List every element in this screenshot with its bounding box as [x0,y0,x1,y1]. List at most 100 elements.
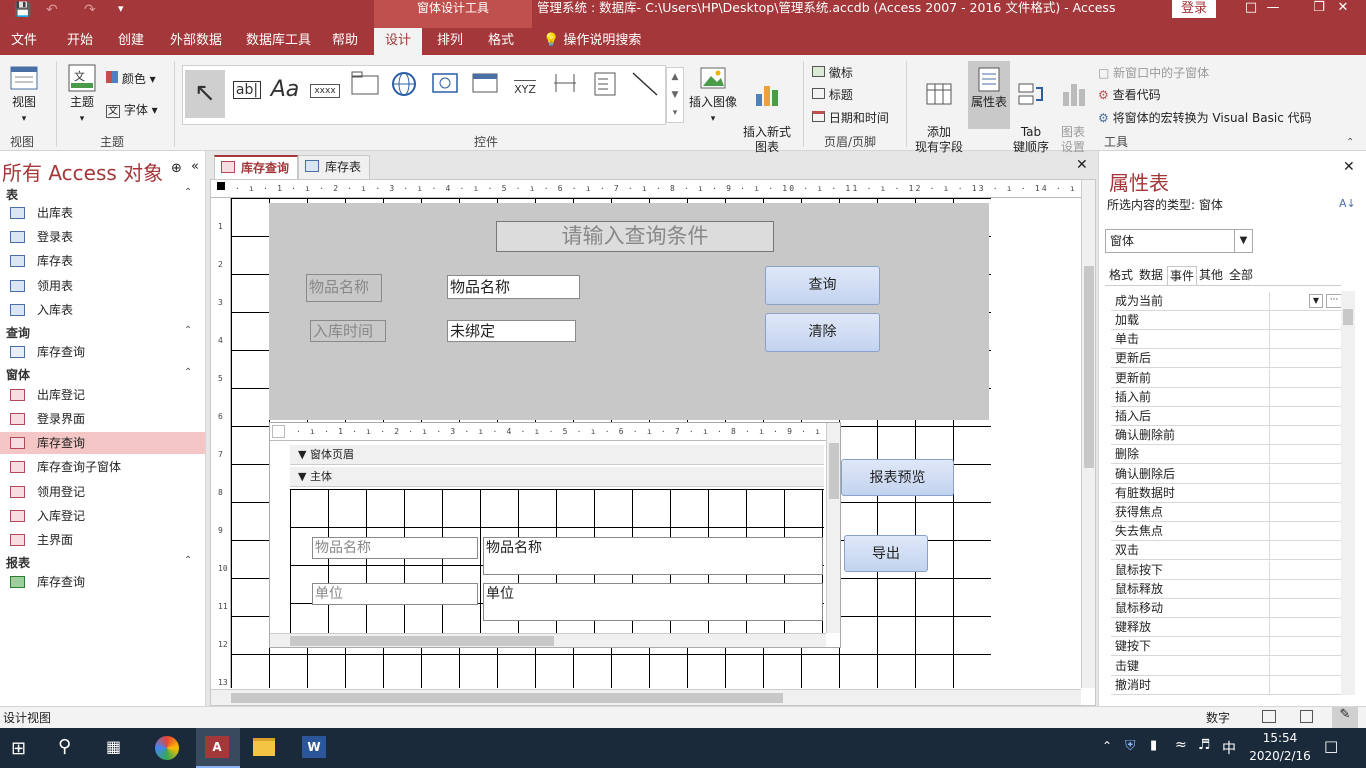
nav-item-form[interactable]: 库存查询子窗体 [0,456,205,478]
insert-image-button[interactable]: 插入图像 ▾ [688,65,738,127]
property-value[interactable] [1269,503,1343,521]
tab-format[interactable]: 格式 [477,28,525,55]
property-row[interactable]: 确认删除前 [1111,426,1343,445]
tab-create[interactable]: 创建 [107,28,155,55]
word-app-icon[interactable]: W [302,736,326,758]
layout-view-icon[interactable] [1300,710,1313,723]
scrollbar-thumb[interactable] [231,693,783,703]
web-browser-control-icon[interactable] [427,70,463,110]
nav-item-report[interactable]: 库存查询 [0,571,205,593]
insert-chart-button[interactable]: 插入新式 图表 [740,65,794,155]
line-control-icon[interactable] [627,70,663,110]
detail-bar[interactable]: ▼ 主体 [290,467,824,487]
property-row[interactable]: 获得焦点 [1111,503,1343,522]
clock-date[interactable]: 2020/2/16 [1245,749,1315,763]
property-row[interactable]: 更新前 [1111,369,1343,388]
combo-box-control-icon[interactable] [587,70,623,110]
date-label[interactable]: 入库时间 [310,320,386,342]
subform-unit-textbox[interactable]: 单位 [483,583,823,621]
property-row[interactable]: 键按下 [1111,637,1343,656]
subform-selector[interactable] [272,425,285,438]
tab-arrange[interactable]: 排列 [426,28,474,55]
prop-tab-data[interactable]: 数据 [1137,266,1165,285]
form-selector[interactable] [217,182,225,190]
name-textbox[interactable]: 物品名称 [447,275,580,299]
shutter-bar-close-icon[interactable]: « [191,159,199,174]
sort-icon[interactable]: A↓ [1339,197,1356,210]
property-value[interactable] [1269,407,1343,425]
close-document-icon[interactable]: ✕ [1076,157,1088,173]
logo-button[interactable]: 徽标 [812,65,853,81]
query-button[interactable]: 查询 [765,266,880,305]
nav-item-table[interactable]: 库存表 [0,250,205,272]
collapse-icon[interactable]: ⌃ [184,325,192,336]
view-button[interactable]: 视图 ▾ [6,63,42,127]
subform-vertical-scrollbar[interactable] [826,423,840,633]
property-value[interactable] [1269,541,1343,559]
gallery-scroll[interactable]: ▲ ▼ ▾ [666,67,684,123]
form-view-icon[interactable] [1262,710,1276,723]
report-preview-button[interactable]: 报表预览 [841,459,954,496]
property-value[interactable] [1269,561,1343,579]
property-row[interactable]: 击键 [1111,657,1343,676]
login-button[interactable]: 登录 [1172,0,1216,18]
windows-start-icon[interactable]: ⊞ [11,738,26,759]
property-row[interactable]: 成为当前 ▼ ··· [1111,292,1343,311]
navigation-control-icon[interactable] [467,70,503,110]
subform-name-label[interactable]: 物品名称 [312,537,478,559]
property-value[interactable] [1269,657,1343,675]
property-row[interactable]: 撤消时 [1111,676,1343,695]
property-value[interactable] [1269,637,1343,655]
access-app-active[interactable]: A [196,728,240,768]
chrome-app-icon[interactable] [155,736,179,760]
property-row[interactable]: 加载 [1111,311,1343,330]
close-pane-icon[interactable]: ✕ [1343,159,1355,175]
add-existing-fields-button[interactable]: 添加 现有字段 [912,65,966,155]
scrollbar-thumb[interactable] [290,636,554,646]
tab-home[interactable]: 开始 [56,28,104,55]
minimize-icon[interactable]: — [1250,0,1296,18]
option-group-control-icon[interactable]: XYZ [507,70,543,110]
nav-item-table[interactable]: 领用表 [0,275,205,297]
button-control-icon[interactable]: xxxx [307,70,343,110]
doc-tab-query-form[interactable]: 库存查询 [214,155,299,179]
property-row[interactable]: 插入前 [1111,388,1343,407]
collapse-icon[interactable]: ⌃ [184,367,192,378]
nav-item-table[interactable]: 出库表 [0,202,205,224]
colors-button[interactable]: 颜色 ▾ [106,71,156,87]
property-row[interactable]: 鼠标移动 [1111,599,1343,618]
prop-tab-all[interactable]: 全部 [1227,266,1255,285]
notification-icon[interactable]: □ [1324,737,1338,755]
tab-external-data[interactable]: 外部数据 [159,28,233,55]
volume-icon[interactable]: ♬ [1198,737,1211,753]
doc-tab-table[interactable]: 库存表 [298,155,371,179]
task-view-icon[interactable]: ▦ [106,737,121,756]
tray-expand-icon[interactable]: ⌃ [1102,739,1112,753]
clear-button[interactable]: 清除 [765,313,880,352]
property-value[interactable] [1269,618,1343,636]
nav-item-query[interactable]: 库存查询 [0,341,205,363]
title-button[interactable]: 标题 [812,87,853,103]
shield-icon[interactable]: ⛨ [1125,738,1136,754]
nav-section-forms[interactable]: 窗体 [6,366,30,383]
tab-help[interactable]: 帮助 [321,28,369,55]
prop-tab-event[interactable]: 事件 [1167,266,1198,285]
property-value[interactable] [1269,580,1343,598]
nav-section-queries[interactable]: 查询 [6,324,30,341]
subform-horizontal-scrollbar[interactable] [270,633,826,647]
property-value[interactable] [1269,484,1343,502]
prop-tab-other[interactable]: 其他 [1197,266,1225,285]
tell-me-search[interactable]: 💡 操作说明搜索 [532,28,652,55]
theme-button[interactable]: 文 主题 ▾ [64,63,100,127]
nav-item-form-selected[interactable]: 库存查询 [0,432,205,454]
wifi-icon[interactable]: ≈ [1175,737,1187,753]
property-row[interactable]: 失去焦点 [1111,522,1343,541]
page-break-control-icon[interactable] [547,70,583,110]
property-value[interactable] [1269,426,1343,444]
collapse-ribbon-icon[interactable]: ⌃ [1346,137,1354,148]
scrollbar-thumb[interactable] [1084,266,1094,468]
hyperlink-control-icon[interactable] [387,70,423,110]
builder-icon[interactable]: ··· [1326,294,1342,308]
textbox-control-icon[interactable]: ab| [229,70,265,110]
undo-icon[interactable]: ↶ [46,2,58,18]
